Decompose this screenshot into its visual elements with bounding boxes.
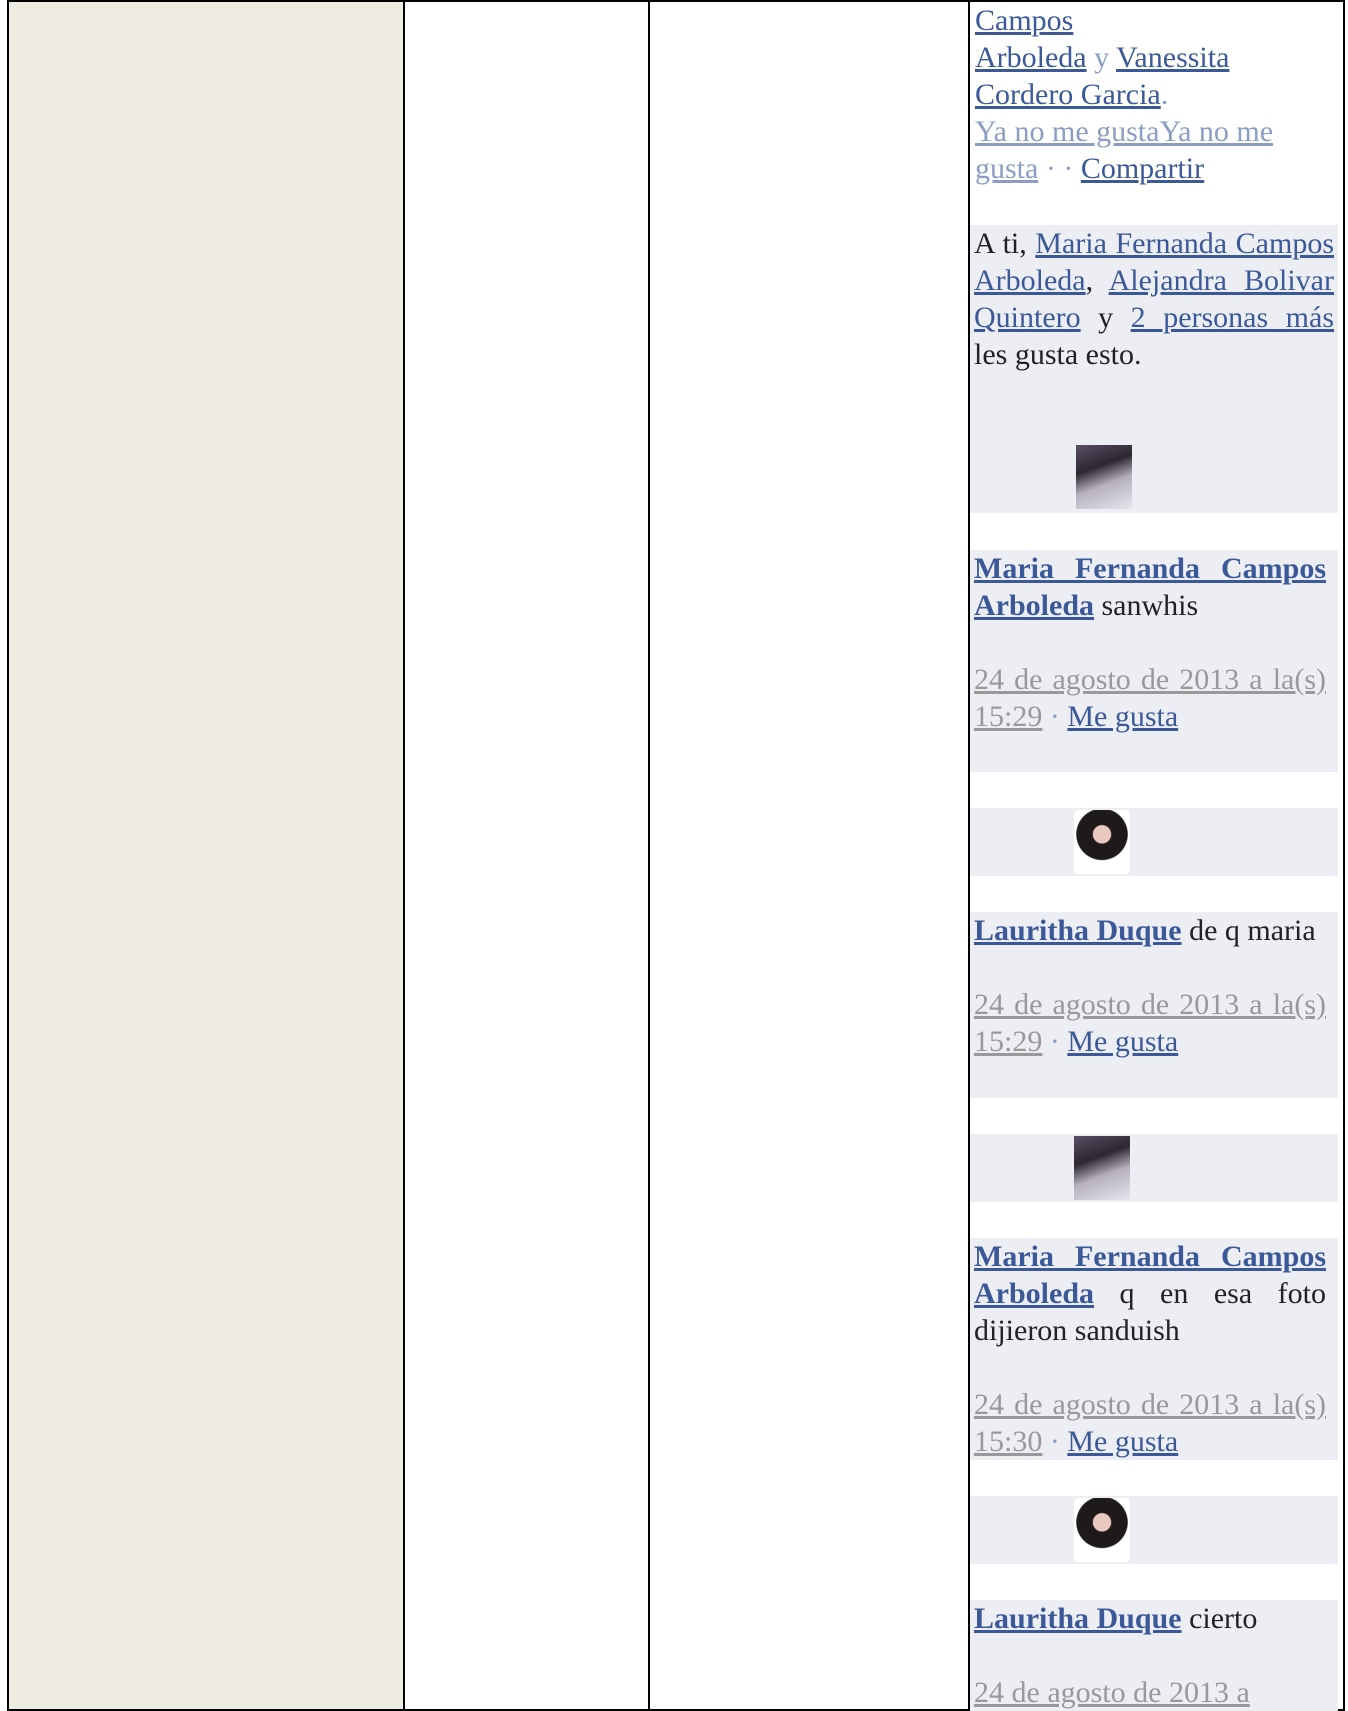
post-likers-tail: Campos Arboleda y Vanessita Cordero Garc…	[975, 2, 1335, 187]
avatar-row	[970, 1496, 1338, 1564]
left-column	[7, 0, 405, 1711]
comment-like-link[interactable]: Me gusta	[1067, 1025, 1178, 1058]
avatar-portrait-icon[interactable]	[1074, 1498, 1130, 1562]
period: .	[1160, 78, 1169, 111]
avatar-dark-photo-icon[interactable]	[1076, 445, 1132, 509]
likes-box: A ti, Maria Fernanda Campos Arboleda, Al…	[970, 225, 1338, 513]
separator: ·	[1049, 700, 1060, 733]
avatar-row	[970, 808, 1338, 876]
likes-pre: A ti,	[974, 227, 1027, 260]
avatar-dark-photo-icon[interactable]	[1074, 1136, 1130, 1200]
column-2	[403, 0, 650, 1711]
share-link[interactable]: Compartir	[1081, 152, 1204, 185]
unlike-link[interactable]: Ya no me gustaYa no me	[975, 115, 1273, 148]
comma: ,	[1085, 264, 1094, 297]
comment-item: Maria Fernanda Campos Arboleda sanwhis 2…	[970, 550, 1338, 772]
separator: ·	[1049, 1025, 1060, 1058]
and-word: y	[1094, 41, 1110, 74]
liker-link-cordero[interactable]: Cordero Garcia	[975, 78, 1161, 111]
comment-author[interactable]: Lauritha Duque	[974, 1602, 1182, 1635]
comment-item: Lauritha Duque cierto 24 de agosto de 20…	[970, 1600, 1338, 1711]
and-word-2: y	[1098, 301, 1114, 334]
comment-author[interactable]: Lauritha Duque	[974, 914, 1182, 947]
comment-timestamp[interactable]: 24 de agosto de 2013 a	[974, 1676, 1250, 1709]
more-likers-link[interactable]: 2 personas más	[1131, 301, 1334, 334]
separator: · ·	[1045, 152, 1074, 185]
comment-text: sanwhis	[1101, 589, 1199, 622]
liker-link-vanessita[interactable]: Vanessita	[1116, 41, 1229, 74]
comment-text: de q maria	[1189, 914, 1316, 947]
separator: ·	[1049, 1425, 1060, 1458]
liker-link-campos[interactable]: Campos	[975, 4, 1073, 37]
column-3	[648, 0, 970, 1711]
comment-text: cierto	[1189, 1602, 1258, 1635]
comment-item: Maria Fernanda Campos Arboleda q en esa …	[970, 1238, 1338, 1460]
likes-post: les gusta esto.	[974, 338, 1142, 371]
comment-item: Lauritha Duque de q maria 24 de agosto d…	[970, 912, 1338, 1098]
comment-like-link[interactable]: Me gusta	[1067, 1425, 1178, 1458]
avatar-portrait-icon[interactable]	[1074, 810, 1130, 874]
comment-like-link[interactable]: Me gusta	[1067, 700, 1178, 733]
unlike-link-2[interactable]: gusta	[975, 152, 1038, 185]
avatar-row	[970, 1134, 1338, 1202]
liker-link-arboleda[interactable]: Arboleda	[975, 41, 1087, 74]
